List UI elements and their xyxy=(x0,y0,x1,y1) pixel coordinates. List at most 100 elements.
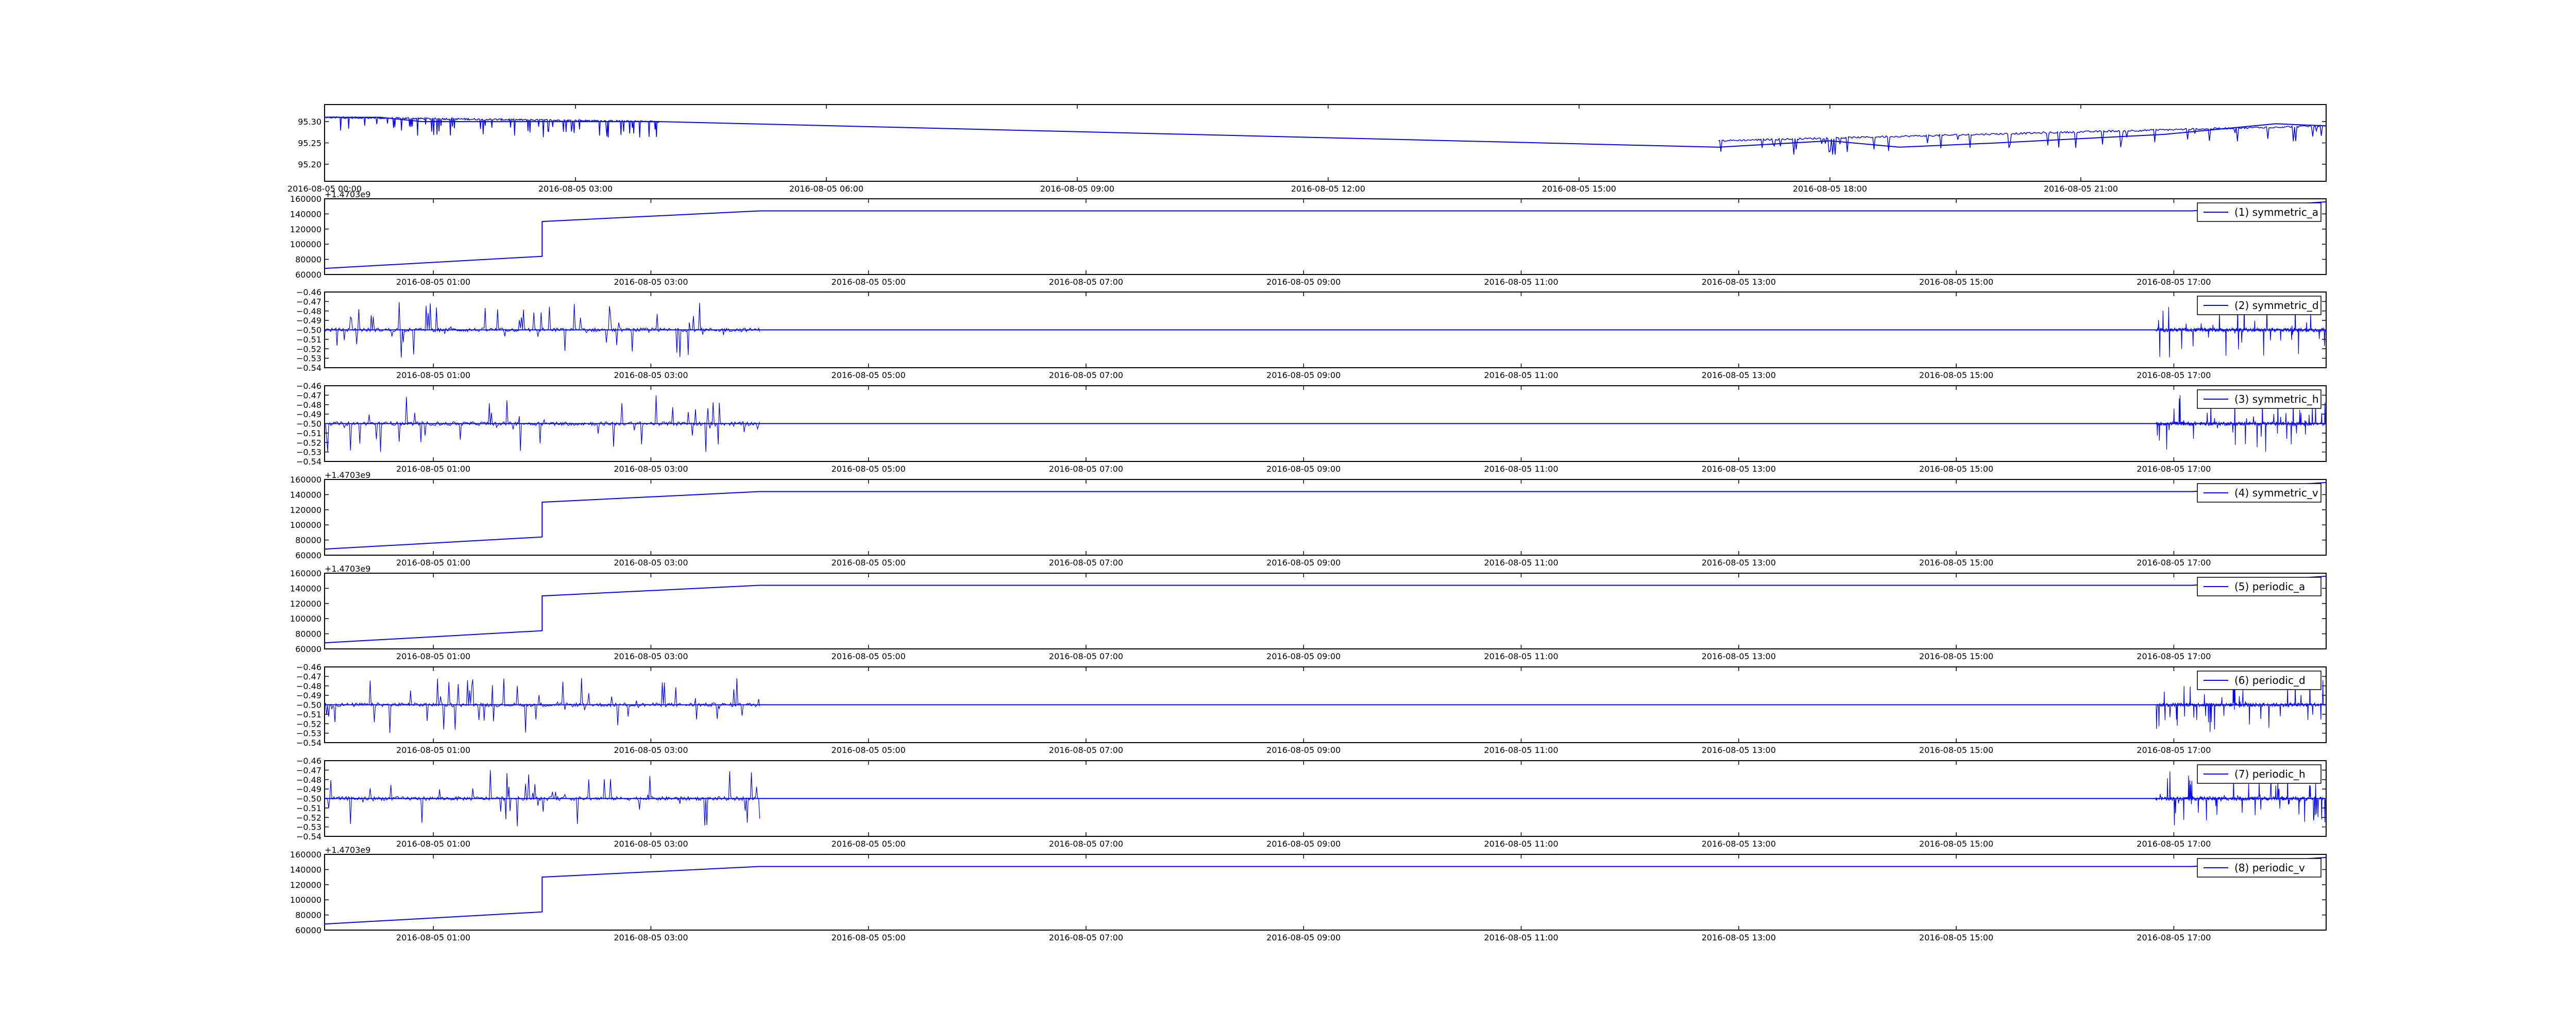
y-tick-label: −0.47 xyxy=(296,765,321,775)
x-tick-label: 2016-08-05 09:00 xyxy=(1266,277,1341,287)
x-tick-label: 2016-08-05 03:00 xyxy=(614,558,688,568)
x-tick-label: 2016-08-05 11:00 xyxy=(1484,839,1558,849)
y-offset-label: +1.4703e9 xyxy=(325,470,370,480)
x-tick-label: 2016-08-05 13:00 xyxy=(1702,651,1776,661)
x-tick-label: 2016-08-05 05:00 xyxy=(832,651,906,661)
y-tick-label: −0.50 xyxy=(296,700,321,710)
legend-label: (3) symmetric_h xyxy=(2234,393,2319,405)
x-tick-label: 2016-08-05 11:00 xyxy=(1484,745,1558,755)
y-tick-label: 95.20 xyxy=(298,160,321,169)
legend: (4) symmetric_v xyxy=(2197,483,2321,503)
x-tick-label: 2016-08-05 13:00 xyxy=(1702,839,1776,849)
figure-canvas: 95.2095.2595.302016-08-05 00:00 2016-08-0… xyxy=(287,104,2327,942)
x-tick-label: 2016-08-05 11:00 xyxy=(1484,370,1558,380)
y-tick-label: −0.48 xyxy=(296,306,321,316)
y-tick-label: −0.49 xyxy=(296,691,321,700)
plot-frame xyxy=(324,573,2327,649)
y-tick-label: −0.47 xyxy=(296,390,321,400)
x-tick-label: 2016-08-05 03:00 xyxy=(614,651,688,661)
panel-3: −0.54−0.53−0.52−0.51−0.50−0.49−0.48−0.47… xyxy=(296,287,2327,380)
legend-label: (8) periodic_v xyxy=(2234,862,2305,874)
x-tick-label: 2016-08-05 07:00 xyxy=(1049,651,1123,661)
legend-label: (2) symmetric_d xyxy=(2234,299,2319,312)
legend-label: (1) symmetric_a xyxy=(2234,206,2318,218)
x-tick-label: 2016-08-05 17:00 xyxy=(2137,277,2211,287)
panel-1: 95.2095.2595.302016-08-05 00:00 2016-08-0… xyxy=(287,104,2327,194)
y-tick-label: 100000 xyxy=(290,614,321,624)
legend: (3) symmetric_h xyxy=(2197,389,2321,409)
x-tick-label: 2016-08-05 18:00 xyxy=(1793,184,1867,194)
y-tick-label: −0.54 xyxy=(296,457,321,467)
panel-4: −0.54−0.53−0.52−0.51−0.50−0.49−0.48−0.47… xyxy=(296,381,2327,474)
y-offset-label: +1.4703e9 xyxy=(325,845,370,855)
plot-frame xyxy=(324,854,2327,931)
y-tick-label: −0.51 xyxy=(296,428,321,438)
panel-9: 60000 80000 100000 120000 140000 160000 2016-0… xyxy=(290,845,2327,942)
x-tick-label: 2016-08-05 05:00 xyxy=(832,839,906,849)
x-tick-label: 2016-08-05 17:00 xyxy=(2137,745,2211,755)
y-tick-label: 60000 xyxy=(295,551,321,560)
x-tick-label: 2016-08-05 03:00 xyxy=(614,370,688,380)
legend: (1) symmetric_a xyxy=(2197,202,2321,222)
y-tick-label: 100000 xyxy=(290,520,321,530)
x-tick-label: 2016-08-05 05:00 xyxy=(832,370,906,380)
y-tick-label: −0.46 xyxy=(296,756,321,766)
legend-label: (4) symmetric_v xyxy=(2234,487,2318,499)
x-tick-label: 2016-08-05 03:00 xyxy=(538,184,613,194)
x-tick-label: 2016-08-05 17:00 xyxy=(2137,464,2211,474)
y-tick-label: 60000 xyxy=(295,270,321,280)
x-tick-label: 2016-08-05 03:00 xyxy=(614,277,688,287)
y-tick-label: −0.48 xyxy=(296,400,321,410)
y-tick-label: −0.54 xyxy=(296,363,321,373)
y-tick-label: −0.49 xyxy=(296,784,321,794)
x-tick-label: 2016-08-05 09:00 xyxy=(1040,184,1114,194)
panel-5: 60000 80000 100000 120000 140000 160000 2016-0… xyxy=(290,470,2327,568)
y-tick-label: −0.53 xyxy=(296,448,321,457)
x-tick-label: 2016-08-05 11:00 xyxy=(1484,558,1558,568)
y-tick-label: 95.25 xyxy=(298,139,321,148)
x-tick-label: 2016-08-05 13:00 xyxy=(1702,464,1776,474)
x-tick-label: 2016-08-05 13:00 xyxy=(1702,745,1776,755)
y-tick-label: −0.50 xyxy=(296,794,321,804)
y-offset-label: +1.4703e9 xyxy=(325,190,370,199)
y-tick-label: 160000 xyxy=(290,569,321,578)
x-tick-label: 2016-08-05 15:00 xyxy=(1919,933,1993,942)
x-tick-label: 2016-08-05 07:00 xyxy=(1049,745,1123,755)
y-tick-label: −0.49 xyxy=(296,409,321,419)
x-tick-label: 2016-08-05 01:00 xyxy=(396,933,470,942)
x-tick-label: 2016-08-05 15:00 xyxy=(1919,745,1993,755)
x-tick-label: 2016-08-05 01:00 xyxy=(396,277,470,287)
y-tick-label: 160000 xyxy=(290,850,321,860)
x-tick-label: 2016-08-05 11:00 xyxy=(1484,464,1558,474)
y-tick-label: −0.52 xyxy=(296,344,321,354)
y-tick-label: 120000 xyxy=(290,225,321,234)
y-tick-label: 80000 xyxy=(295,911,321,920)
x-tick-label: 2016-08-05 05:00 xyxy=(832,277,906,287)
x-tick-label: 2016-08-05 05:00 xyxy=(832,558,906,568)
legend-label: (7) periodic_h xyxy=(2234,768,2306,780)
legend: (8) periodic_v xyxy=(2197,858,2321,878)
legend: (2) symmetric_d xyxy=(2197,296,2321,315)
x-tick-label: 2016-08-05 09:00 xyxy=(1266,370,1341,380)
y-tick-label: 80000 xyxy=(295,629,321,639)
x-tick-label: 2016-08-05 15:00 xyxy=(1919,277,1993,287)
x-tick-label: 2016-08-05 07:00 xyxy=(1049,558,1123,568)
plot-frame xyxy=(324,479,2327,556)
y-tick-label: −0.53 xyxy=(296,729,321,739)
y-tick-label: −0.48 xyxy=(296,775,321,785)
legend: (7) periodic_h xyxy=(2197,764,2321,784)
y-tick-label: −0.52 xyxy=(296,813,321,822)
x-tick-label: 2016-08-05 01:00 xyxy=(396,464,470,474)
x-tick-label: 2016-08-05 05:00 xyxy=(832,464,906,474)
x-tick-label: 2016-08-05 13:00 xyxy=(1702,933,1776,942)
y-tick-label: 100000 xyxy=(290,239,321,249)
x-tick-label: 2016-08-05 13:00 xyxy=(1702,277,1776,287)
y-tick-label: −0.46 xyxy=(296,381,321,391)
panel-2: 60000 80000 100000 120000 140000 160000 2016-0… xyxy=(290,190,2327,287)
x-tick-label: 2016-08-05 07:00 xyxy=(1049,464,1123,474)
y-tick-label: −0.47 xyxy=(296,297,321,306)
x-tick-label: 2016-08-05 15:00 xyxy=(1919,558,1993,568)
x-tick-label: 2016-08-05 15:00 xyxy=(1919,839,1993,849)
x-tick-label: 2016-08-05 07:00 xyxy=(1049,933,1123,942)
x-tick-label: 2016-08-05 05:00 xyxy=(832,745,906,755)
